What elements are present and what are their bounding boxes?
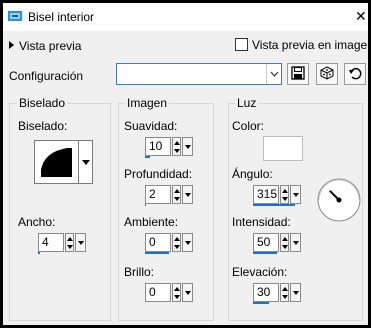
smoothness-menu-button[interactable] <box>182 137 193 156</box>
smoothness-spinner[interactable]: 10 <box>145 137 195 158</box>
depth-field[interactable]: 2 <box>145 185 171 204</box>
depth-label: Profundidad: <box>124 167 193 181</box>
title-bar[interactable]: Bisel interior ✕ <box>3 3 368 31</box>
preview-expander[interactable]: Vista previa <box>9 39 81 55</box>
brightness-stepper[interactable] <box>172 283 181 302</box>
width-spinner[interactable]: 4 <box>38 233 88 254</box>
brightness-menu-button[interactable] <box>182 283 193 302</box>
brightness-slider[interactable] <box>145 302 193 304</box>
image-group-title: Imagen <box>125 96 170 110</box>
close-icon[interactable]: ✕ <box>355 9 367 23</box>
elevation-field[interactable]: 30 <box>253 283 279 302</box>
ambience-stepper[interactable] <box>172 233 181 252</box>
depth-stepper[interactable] <box>172 185 181 204</box>
reset-icon <box>348 66 362 83</box>
angle-spinner[interactable]: 315 <box>253 185 303 206</box>
dialog-window: Bisel interior ✕ Vista previa Vista prev… <box>3 3 368 325</box>
angle-slider[interactable] <box>253 204 301 206</box>
bevel-shape-icon <box>41 148 72 177</box>
config-label: Configuración <box>9 69 84 83</box>
smoothness-field[interactable]: 10 <box>145 137 171 156</box>
bevel-shape-dropdown[interactable] <box>79 140 93 184</box>
preview-on-image-checkbox[interactable] <box>235 38 248 51</box>
ambience-menu-button[interactable] <box>182 233 193 252</box>
angle-menu-button[interactable] <box>290 185 301 204</box>
chevron-down-icon[interactable] <box>266 64 281 84</box>
light-color-swatch[interactable] <box>263 136 303 161</box>
elevation-label: Elevación: <box>232 265 288 279</box>
intensity-label: Intensidad: <box>232 215 291 229</box>
smoothness-slider[interactable] <box>145 156 193 158</box>
preview-on-image-option[interactable]: Vista previa en imagen <box>235 38 368 52</box>
elevation-spinner[interactable]: 30 <box>253 283 303 304</box>
angle-dial-icon <box>317 178 361 222</box>
width-field[interactable]: 4 <box>38 233 64 252</box>
smoothness-label: Suavidad: <box>124 119 178 133</box>
color-label: Color: <box>232 119 265 133</box>
width-menu-button[interactable] <box>75 233 86 252</box>
angle-dial[interactable] <box>316 177 362 223</box>
ambience-slider[interactable] <box>145 252 193 254</box>
save-preset-button[interactable] <box>287 63 309 85</box>
bevel-group <box>9 103 111 321</box>
bevel-group-title: Biselado <box>17 96 68 110</box>
width-stepper[interactable] <box>65 233 74 252</box>
intensity-stepper[interactable] <box>280 233 289 252</box>
light-group-title: Luz <box>235 96 259 110</box>
elevation-stepper[interactable] <box>280 283 289 302</box>
preview-on-image-label: Vista previa en imagen <box>252 38 368 52</box>
ambience-label: Ambiente: <box>124 215 179 229</box>
reset-button[interactable] <box>344 63 366 85</box>
brightness-label: Brillo: <box>124 265 155 279</box>
smoothness-stepper[interactable] <box>172 137 181 156</box>
intensity-menu-button[interactable] <box>290 233 301 252</box>
depth-slider[interactable] <box>145 204 193 206</box>
intensity-spinner[interactable]: 50 <box>253 233 303 254</box>
save-icon <box>291 65 305 83</box>
dice-icon <box>320 65 334 83</box>
bevel-shape-preview[interactable] <box>34 140 79 184</box>
angle-field[interactable]: 315 <box>253 185 279 204</box>
brightness-spinner[interactable]: 0 <box>145 283 195 302</box>
intensity-slider[interactable] <box>253 252 301 254</box>
width-slider[interactable] <box>38 252 86 254</box>
elevation-slider[interactable] <box>253 302 301 304</box>
app-icon <box>7 9 23 23</box>
brightness-field[interactable]: 0 <box>145 283 171 302</box>
preview-toggle-label: Vista previa <box>19 39 82 53</box>
window-title: Bisel interior <box>28 10 95 24</box>
ambience-spinner[interactable]: 0 <box>145 233 195 254</box>
width-label: Ancho: <box>18 215 56 229</box>
depth-menu-button[interactable] <box>182 185 193 204</box>
bevel-shape-label: Biselado: <box>18 119 68 133</box>
ambience-field[interactable]: 0 <box>145 233 171 252</box>
elevation-menu-button[interactable] <box>290 283 301 302</box>
expand-arrow-icon <box>9 41 14 49</box>
depth-spinner[interactable]: 2 <box>145 185 195 206</box>
angle-stepper[interactable] <box>280 185 289 204</box>
config-select[interactable] <box>116 63 282 85</box>
angle-label: Ángulo: <box>232 167 273 181</box>
intensity-field[interactable]: 50 <box>253 233 279 252</box>
random-button[interactable] <box>316 63 338 85</box>
